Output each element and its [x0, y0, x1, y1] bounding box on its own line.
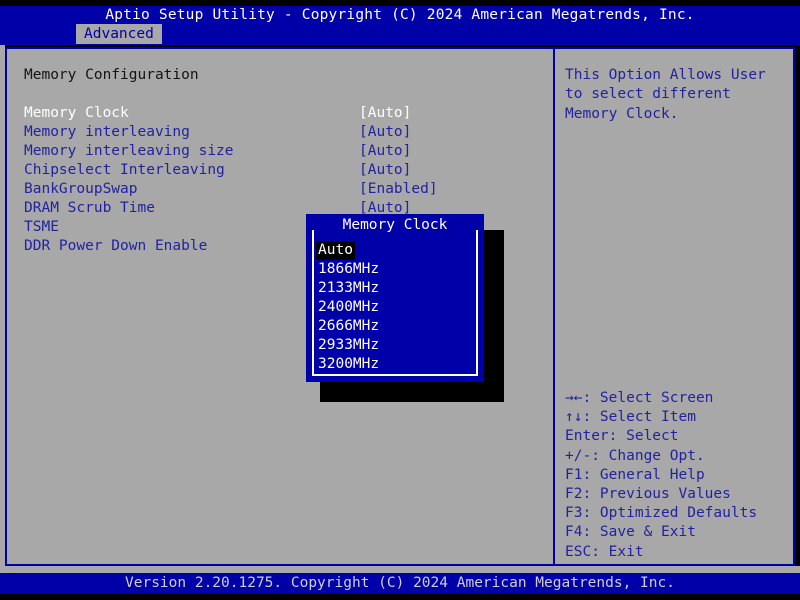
legend-item: +/-: Change Opt. [565, 447, 705, 464]
setting-label: TSME [24, 219, 59, 235]
dropdown-option-row[interactable]: 2400MHz [316, 296, 476, 315]
dropdown-option-row[interactable]: 3200MHz [316, 353, 476, 372]
version-footer: Version 2.20.1275. Copyright (C) 2024 Am… [125, 575, 675, 591]
bottom-black-border [0, 594, 800, 600]
setting-label: Memory interleaving size [24, 143, 234, 159]
setting-value[interactable]: [Enabled] [359, 180, 438, 199]
setting-label: Chipselect Interleaving [24, 162, 225, 178]
setting-row[interactable]: Memory interleaving [Auto] [7, 123, 553, 142]
legend-item: ↑↓: Select Item [565, 409, 696, 426]
legend-item: F3: Optimized Defaults [565, 505, 758, 522]
dropdown-titlebar: Memory Clock [312, 214, 478, 233]
legend-item: F4: Save & Exit [565, 524, 696, 541]
setting-label: DDR Power Down Enable [24, 238, 208, 254]
dropdown-option-row[interactable]: 2933MHz [316, 334, 476, 353]
dropdown-option-row[interactable]: 2666MHz [316, 315, 476, 334]
legend-item: →←: Select Screen [565, 390, 714, 406]
legend-item: F2: Previous Values [565, 486, 731, 503]
legend-item: Enter: Select [565, 428, 679, 445]
footer-gap [0, 566, 800, 573]
app-title: Aptio Setup Utility - Copyright (C) 2024… [105, 7, 695, 23]
tab-advanced[interactable]: Advanced [76, 24, 162, 44]
setting-value[interactable]: [Auto] [359, 123, 411, 142]
memory-clock-dropdown[interactable]: Memory Clock Auto 1866MHz 2133MHz 2400MHz 26… [306, 214, 484, 382]
dropdown-option-row[interactable]: 2133MHz [316, 277, 476, 296]
setting-value[interactable]: [Auto] [359, 161, 411, 180]
dropdown-options: Auto 1866MHz 2133MHz 2400MHz 2666MHz 2933MHz 3… [316, 239, 476, 372]
setting-label: Memory interleaving [24, 124, 190, 140]
dropdown-option-row[interactable]: 1866MHz [316, 258, 476, 277]
setting-value[interactable]: [Auto] [359, 104, 411, 123]
setting-row[interactable]: BankGroupSwap [Enabled] [7, 180, 553, 199]
help-description: This Option Allows User to select differ… [565, 67, 766, 122]
setting-label: DRAM Scrub Time [24, 200, 155, 216]
dropdown-option-row[interactable]: Auto [316, 239, 476, 260]
setting-label: BankGroupSwap [24, 181, 138, 197]
key-legend: →←: Select Screen ↑↓: Select Item Enter: S… [565, 389, 790, 562]
setting-row[interactable]: Memory interleaving size [Auto] [7, 142, 553, 161]
setting-row[interactable]: Chipselect Interleaving [Auto] [7, 161, 553, 180]
setting-label: Memory Clock [24, 105, 129, 121]
dropdown-title: Memory Clock [336, 217, 454, 233]
page-title: Memory Configuration [24, 67, 199, 83]
help-pane: This Option Allows User to select differ… [555, 49, 793, 564]
dropdown-option[interactable]: 3200MHz [316, 355, 381, 374]
bios-setup-screen: Aptio Setup Utility - Copyright (C) 2024… [0, 0, 800, 600]
legend-item: ESC: Exit [565, 543, 644, 560]
setting-row[interactable]: Memory Clock [Auto] [7, 104, 553, 123]
legend-item: F1: General Help [565, 466, 705, 483]
setting-value[interactable]: [Auto] [359, 142, 411, 161]
tab-bar: Advanced [0, 24, 800, 45]
